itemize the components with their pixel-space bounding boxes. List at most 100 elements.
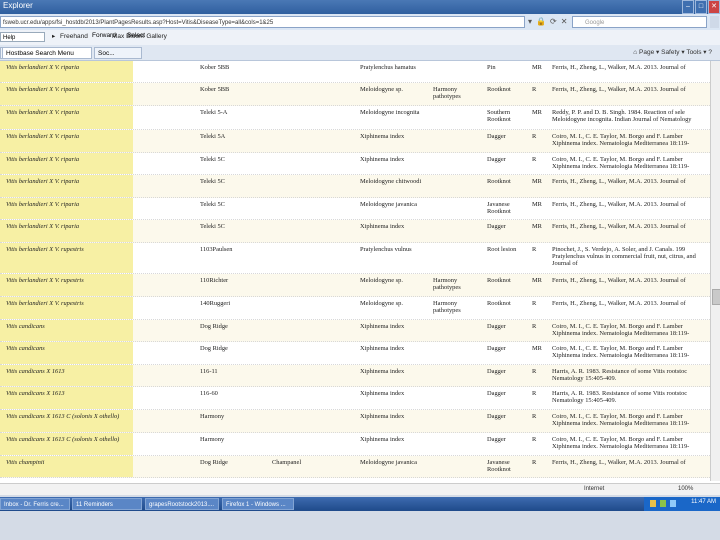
window-title: Explorer — [3, 1, 33, 10]
clock: 11:47 AM — [691, 499, 716, 505]
other-cell: Champanel — [272, 459, 302, 466]
vertical-scrollbar[interactable] — [710, 61, 720, 481]
ref-cell: Ferris, H., Zheng, L., Walker, M.A. 2013… — [552, 64, 686, 71]
tray-icon[interactable] — [650, 500, 656, 507]
tab-soc[interactable]: Soc... — [94, 47, 142, 59]
type-cell: Rootknot — [487, 277, 511, 284]
table-row: Vitis berlandieri X V. rupestris 1103Paul… — [0, 243, 710, 274]
host-name-cell: Vitis candicans X 1613 C (solonis X othe… — [0, 410, 133, 432]
table-row: Vitis candicans X 1613 116-60 Xiphinema in… — [0, 387, 710, 410]
table-row: Vitis berlandieri X V. riparia Kober 5BB P… — [0, 61, 710, 83]
ref-cell: Ferris, H., Zheng, L., Walker, M.A. 2013… — [552, 86, 686, 93]
minimize-button[interactable]: – — [682, 0, 694, 14]
rootstock-cell: Dog Ridge — [200, 345, 228, 352]
table-row: Vitis candicans X 1613 116-11 Xiphinema in… — [0, 365, 710, 387]
type-cell: Dagger — [487, 345, 506, 352]
cat-cell: Harmony pathotypes — [433, 86, 461, 100]
ref-cell: Harris, A. R. 1983. Resistance of some V… — [552, 368, 688, 382]
lock-icon[interactable]: 🔒 — [536, 17, 546, 27]
home-icon[interactable]: ⌂ — [633, 49, 637, 56]
table-row: Vitis candicans X 1613 C (solonis X othe… — [0, 433, 710, 456]
taskbar-reminders[interactable]: 11 Reminders — [72, 498, 142, 510]
window-controls: – □ ✕ — [681, 0, 720, 14]
ref-cell: Ferris, H., Zheng, L., Walker, M.A. 2013… — [552, 178, 686, 185]
ref-cell: Ferris, H., Zheng, L., Walker, M.A. 2013… — [552, 300, 686, 307]
maximize-button[interactable]: □ — [695, 0, 707, 14]
cat-cell: Harmony pathotypes — [433, 300, 461, 314]
scrollbar-thumb[interactable] — [712, 289, 720, 305]
type-cell: Dagger — [487, 390, 506, 397]
ref-cell: Ferris, H., Zheng, L., Walker, M.A. 2013… — [552, 201, 686, 208]
ref-cell: Ferris, H., Zheng, L., Walker, M.A. 2013… — [552, 277, 686, 284]
rootstock-cell: Harmony — [200, 436, 225, 443]
code-cell: R — [532, 246, 537, 253]
table-row: Vitis candicans Dog Ridge Xiphinema index D… — [0, 320, 710, 342]
pathogen-cell: Meloidogyne sp. — [360, 277, 403, 284]
table-row: Vitis berlandieri X V. riparia Kober 5BB M… — [0, 83, 710, 106]
rootstock-cell: Teleki 5C — [200, 201, 225, 208]
forward-button[interactable]: Forward — [92, 32, 116, 39]
pathogen-cell: Meloidogyne javanica — [360, 459, 417, 466]
search-go-button[interactable] — [710, 16, 719, 28]
type-cell: Rootknot — [487, 178, 511, 185]
tray-icon[interactable] — [670, 500, 676, 507]
select-button[interactable]: Select — [127, 32, 145, 39]
type-cell: Dagger — [487, 133, 506, 140]
code-cell: R — [532, 156, 537, 163]
search-input[interactable]: Google — [572, 16, 707, 28]
code-cell: MR — [532, 277, 542, 284]
tools-menu[interactable]: Tools ▾ — [686, 49, 706, 56]
type-cell: Javanese Rootknot — [487, 201, 511, 215]
close-button[interactable]: ✕ — [708, 0, 720, 14]
table-row: Vitis berlandieri X V. rupestris 110Richt… — [0, 274, 710, 297]
pathogen-cell: Xiphinema index — [360, 223, 405, 230]
zone-label: Internet — [584, 486, 605, 492]
taskbar-firefox[interactable]: Firefox 1 - Windows ... — [222, 498, 294, 510]
options-icon[interactable]: ▸ — [52, 32, 55, 42]
find-input[interactable]: Help — [0, 32, 45, 42]
dropdown-icon[interactable]: ▾ — [528, 17, 532, 27]
rootstock-cell: 110Richter — [200, 277, 229, 284]
rootstock-cell: 140Ruggeri — [200, 300, 231, 307]
table-row: Vitis berlandieri X V. riparia Teleki 5C M… — [0, 175, 710, 198]
pathogen-cell: Meloidogyne chitwoodi — [360, 178, 422, 185]
ref-cell: Ferris, H., Zheng, L., Walker, M.A. 2013… — [552, 223, 686, 230]
toolbar-freehand[interactable]: Freehand — [60, 32, 88, 42]
host-name-cell: Vitis berlandieri X V. rupestris — [0, 274, 133, 296]
ref-cell: Coiro, M. I., C. E. Taylor, M. Borgo and… — [552, 345, 690, 359]
host-name-cell: Vitis berlandieri X V. rupestris — [0, 297, 133, 319]
tray-icon[interactable] — [660, 500, 666, 507]
stop-icon[interactable]: ✕ — [561, 17, 568, 27]
type-cell: Pin — [487, 64, 496, 71]
rootstock-cell: 116-11 — [200, 368, 218, 375]
command-bar: ⌂ Page ▾ Safety ▾ Tools ▾ ? — [633, 48, 712, 56]
refresh-icon[interactable]: ⟳ — [550, 17, 557, 27]
type-cell: Dagger — [487, 156, 506, 163]
pathogen-cell: Meloidogyne javanica — [360, 201, 417, 208]
table-row: Vitis candicans X 1613 C (solonis X othe… — [0, 410, 710, 433]
taskbar-grapes[interactable]: grapesRootstock2013.... — [145, 498, 219, 510]
rootstock-cell: Teleki 5A — [200, 133, 226, 140]
host-name-cell: Vitis berlandieri X V. riparia — [0, 175, 133, 197]
table-row: Vitis berlandieri X V. riparia Teleki 5-A… — [0, 106, 710, 130]
ref-cell: Coiro, M. I., C. E. Taylor, M. Borgo and… — [552, 323, 690, 337]
zoom-level[interactable]: 100% — [678, 486, 693, 492]
ref-cell: Reddy, P. P. and D. B. Singh. 1984. Reac… — [552, 109, 692, 123]
code-cell: R — [532, 300, 537, 307]
pathogen-cell: Xiphinema index — [360, 390, 405, 397]
code-cell: R — [532, 133, 537, 140]
cat-cell: Harmony pathotypes — [433, 277, 461, 291]
tab-hostbase[interactable]: Hostbase Search Menu — [2, 47, 92, 59]
code-cell: MR — [532, 109, 542, 116]
host-name-cell: Vitis berlandieri X V. riparia — [0, 83, 133, 105]
page-menu[interactable]: Page ▾ — [639, 49, 659, 56]
pathogen-cell: Xiphinema index — [360, 345, 405, 352]
address-bar[interactable]: fsweb.ucr.edu/apps/fsi_hostdb/2013/Plant… — [0, 16, 525, 28]
code-cell: MR — [532, 345, 542, 352]
taskbar-inbox[interactable]: Inbox - Dr. Ferris cre... — [0, 498, 70, 510]
help-menu[interactable]: ? — [708, 49, 712, 56]
type-cell: Rootknot — [487, 86, 511, 93]
safety-menu[interactable]: Safety ▾ — [661, 49, 685, 56]
address-row: fsweb.ucr.edu/apps/fsi_hostdb/2013/Plant… — [0, 14, 720, 30]
table-row: Vitis candicans Dog Ridge Xiphinema index D… — [0, 342, 710, 365]
